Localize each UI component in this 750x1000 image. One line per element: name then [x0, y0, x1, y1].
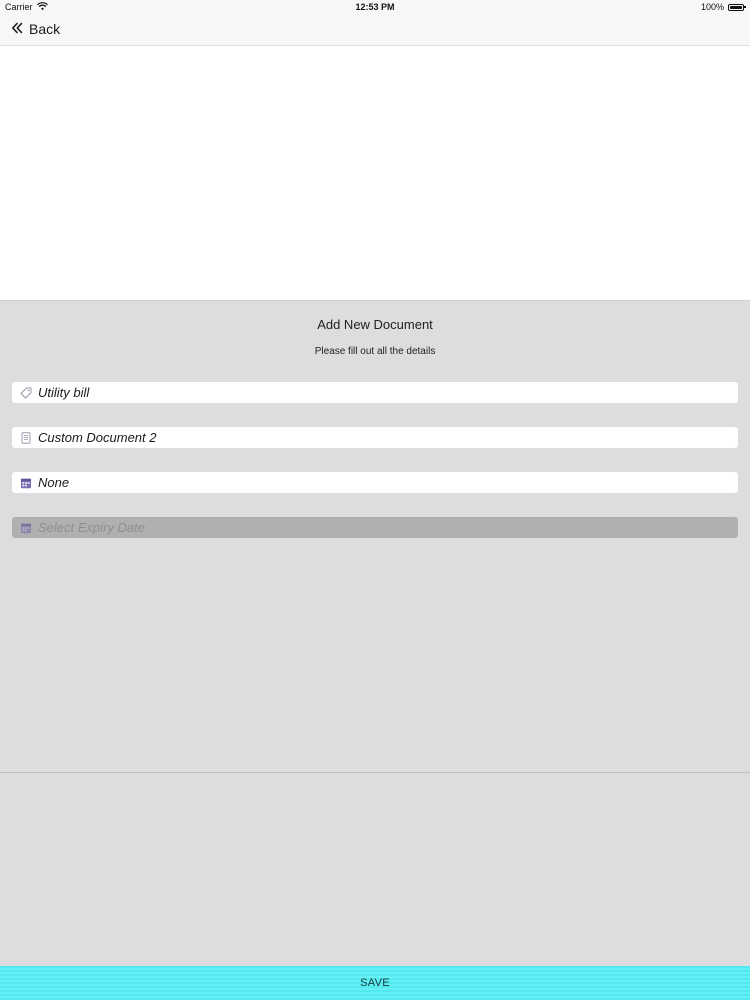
document-type-field[interactable]: Utility bill [12, 382, 738, 403]
document-type-value: Utility bill [38, 385, 90, 400]
add-document-panel: Add New Document Please fill out all the… [0, 300, 750, 966]
save-label: SAVE [360, 977, 390, 989]
status-time: 12:53 PM [355, 2, 395, 12]
battery-percent: 100% [700, 2, 724, 12]
save-button[interactable]: SAVE [0, 966, 750, 1000]
calendar-icon [20, 477, 32, 489]
back-label: Back [29, 21, 61, 37]
form-subtitle: Please fill out all the details [314, 346, 436, 357]
expiry-date-field[interactable]: Select Expiry Date [12, 517, 738, 538]
status-right: 100% [700, 0, 746, 14]
status-bar: Carrier 12:53 PM 100% [0, 0, 750, 14]
calendar-icon [20, 522, 32, 534]
issue-date-value: None [38, 475, 70, 490]
double-chevron-left-icon [11, 21, 23, 37]
form-title: Add New Document [317, 317, 433, 332]
nav-bar: Back [0, 14, 750, 46]
document-icon [20, 431, 32, 444]
document-name-field[interactable]: Custom Document 2 [12, 427, 738, 448]
back-button[interactable]: Back [11, 21, 60, 37]
document-name-value: Custom Document 2 [38, 430, 157, 445]
expiry-date-placeholder: Select Expiry Date [38, 520, 145, 535]
battery-icon [728, 3, 746, 11]
divider [0, 772, 750, 773]
tag-icon [20, 387, 32, 399]
issue-date-field[interactable]: None [12, 472, 738, 493]
content-area [0, 46, 750, 300]
